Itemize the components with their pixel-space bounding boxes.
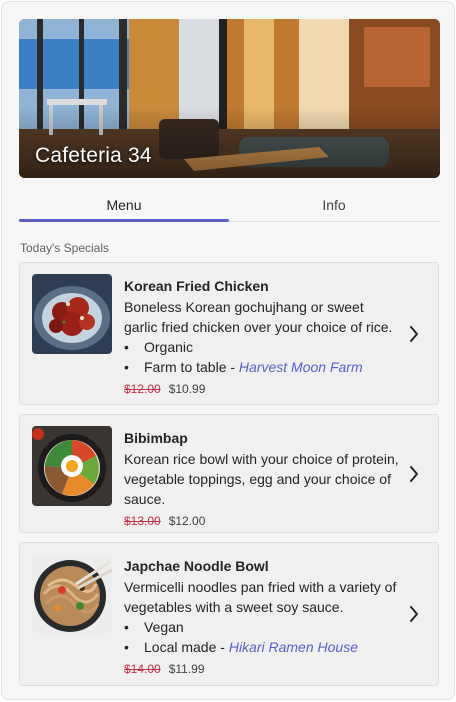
item-name: Japchae Noodle Bowl	[124, 558, 269, 574]
tag-bullet: Local made - Hikari Ramen House	[124, 637, 400, 657]
item-tags: Organic Farm to table - Harvest Moon Far…	[124, 337, 400, 377]
old-price: $13.00	[124, 514, 161, 528]
tag-bullet: Farm to table - Harvest Moon Farm	[124, 357, 400, 377]
item-description: Boneless Korean gochujhang or sweet garl…	[124, 299, 393, 335]
chevron-right-icon[interactable]	[408, 325, 420, 343]
supplier-link[interactable]: Hikari Ramen House	[229, 639, 358, 655]
hero-banner: Cafeteria 34	[19, 19, 440, 178]
chevron-right-icon[interactable]	[408, 465, 420, 483]
item-description: Korean rice bowl with your choice of pro…	[124, 451, 399, 507]
new-price: $11.99	[168, 662, 205, 676]
tab-active-indicator	[19, 219, 229, 222]
menu-item-bibimbap[interactable]: Bibimbap Korean rice bowl with your choi…	[19, 414, 439, 533]
bibimbap-image	[32, 426, 112, 506]
korean-fried-chicken-image	[32, 274, 112, 354]
item-prices: $13.00 $12.00	[124, 513, 400, 529]
tag-bullet: Organic	[124, 337, 400, 357]
item-prices: $14.00 $11.99	[124, 661, 400, 677]
item-prices: $12.00 $10.99	[124, 381, 400, 397]
menu-item-korean-fried-chicken[interactable]: Korean Fried Chicken Boneless Korean goc…	[19, 262, 439, 405]
new-price: $10.99	[168, 382, 206, 396]
new-price: $12.00	[168, 514, 206, 528]
tab-bar: Menu Info	[19, 188, 440, 224]
japchae-image	[32, 554, 112, 634]
menu-item-japchae-noodle-bowl[interactable]: Japchae Noodle Bowl Vermicelli noodles p…	[19, 542, 439, 686]
cafeteria-title: Cafeteria 34	[35, 144, 152, 167]
item-tags: Vegan Local made - Hikari Ramen House	[124, 617, 400, 657]
cafeteria-card: Cafeteria 34 Menu Info Today's Specials	[1, 1, 455, 700]
chevron-right-icon[interactable]	[408, 605, 420, 623]
item-description: Vermicelli noodles pan fried with a vari…	[124, 579, 397, 615]
old-price: $14.00	[124, 662, 161, 676]
tab-info[interactable]: Info	[229, 188, 439, 222]
supplier-link[interactable]: Harvest Moon Farm	[239, 359, 363, 375]
item-name: Bibimbap	[124, 430, 188, 446]
old-price: $12.00	[124, 382, 161, 396]
tab-menu[interactable]: Menu	[19, 188, 229, 222]
item-name: Korean Fried Chicken	[124, 278, 269, 294]
tag-bullet: Vegan	[124, 617, 400, 637]
section-heading: Today's Specials	[20, 241, 110, 255]
